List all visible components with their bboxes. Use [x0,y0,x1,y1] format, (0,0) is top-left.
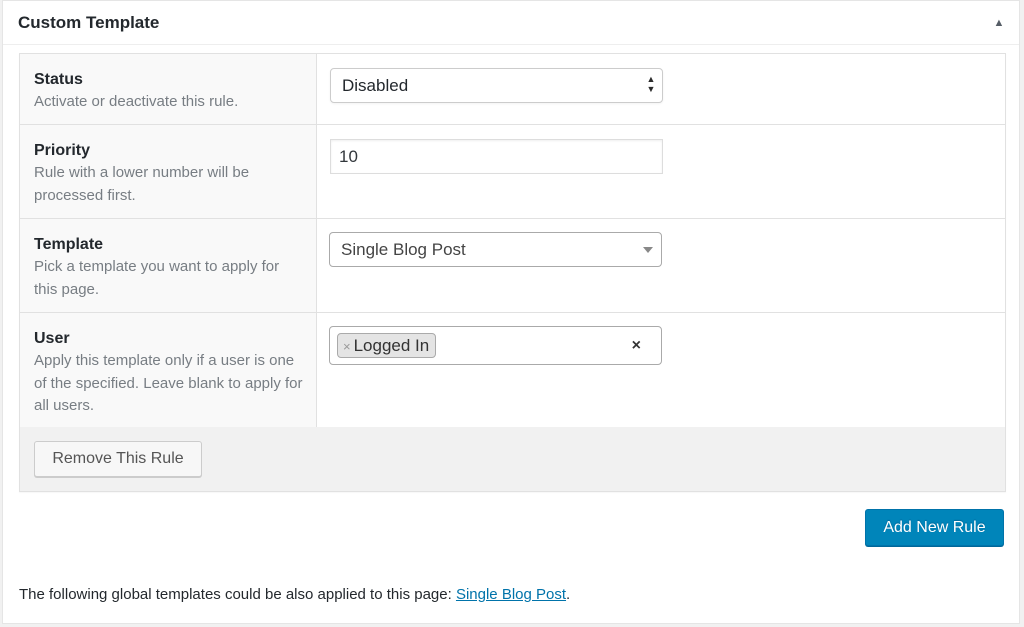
template-select-value: Single Blog Post [341,240,466,259]
priority-description: Rule with a lower number will be process… [34,164,250,204]
status-select[interactable]: Disabled ▲ ▼ [330,68,663,103]
rule-actions-row: Remove This Rule [20,427,1005,491]
status-select-value: Disabled [342,76,409,95]
select-arrows-icon: ▲ ▼ [646,74,656,94]
template-description: Pick a template you want to apply for th… [34,258,280,298]
metabox-header: Custom Template ▲ [3,1,1019,45]
add-new-rule-button[interactable]: Add New Rule [865,509,1004,546]
priority-row: Priority Rule with a lower number will b… [20,125,1005,219]
priority-input[interactable] [330,139,663,174]
priority-label-cell: Priority Rule with a lower number will b… [20,125,317,218]
global-template-link[interactable]: Single Blog Post [456,586,566,603]
priority-field-cell [317,125,1005,218]
status-field-cell: Disabled ▲ ▼ [317,54,1005,124]
status-row: Status Activate or deactivate this rule.… [20,54,1005,125]
remove-rule-button[interactable]: Remove This Rule [34,441,202,477]
clear-selection-icon[interactable]: × [632,336,641,356]
global-note-suffix: . [566,586,571,603]
user-field-cell: × Logged In × [317,313,1005,428]
user-label: User [34,330,70,347]
user-description: Apply this template only if a user is on… [34,352,303,414]
user-multi-select[interactable]: × Logged In × [329,326,662,365]
remove-tag-icon[interactable]: × [343,339,351,354]
custom-template-metabox: Custom Template ▲ Status Activate or dea… [2,0,1020,624]
status-label: Status [34,71,83,88]
template-field-cell: Single Blog Post [317,219,1005,312]
metabox-title: Custom Template [18,13,160,32]
template-label: Template [34,236,104,253]
rule-table: Status Activate or deactivate this rule.… [19,53,1006,492]
user-tag-chip: × Logged In [337,333,437,358]
template-select[interactable]: Single Blog Post [329,232,662,267]
chevron-down-icon [643,247,653,253]
collapse-toggle-icon[interactable]: ▲ [989,13,1009,33]
template-label-cell: Template Pick a template you want to app… [20,219,317,312]
global-templates-note: The following global templates could be … [19,586,570,603]
user-label-cell: User Apply this template only if a user … [20,313,317,428]
global-note-text: The following global templates could be … [19,586,456,603]
priority-label: Priority [34,142,91,159]
user-tag-label: Logged In [353,336,430,355]
status-label-cell: Status Activate or deactivate this rule. [20,54,317,124]
user-row: User Apply this template only if a user … [20,313,1005,429]
status-description: Activate or deactivate this rule. [34,93,239,110]
template-row: Template Pick a template you want to app… [20,219,1005,313]
